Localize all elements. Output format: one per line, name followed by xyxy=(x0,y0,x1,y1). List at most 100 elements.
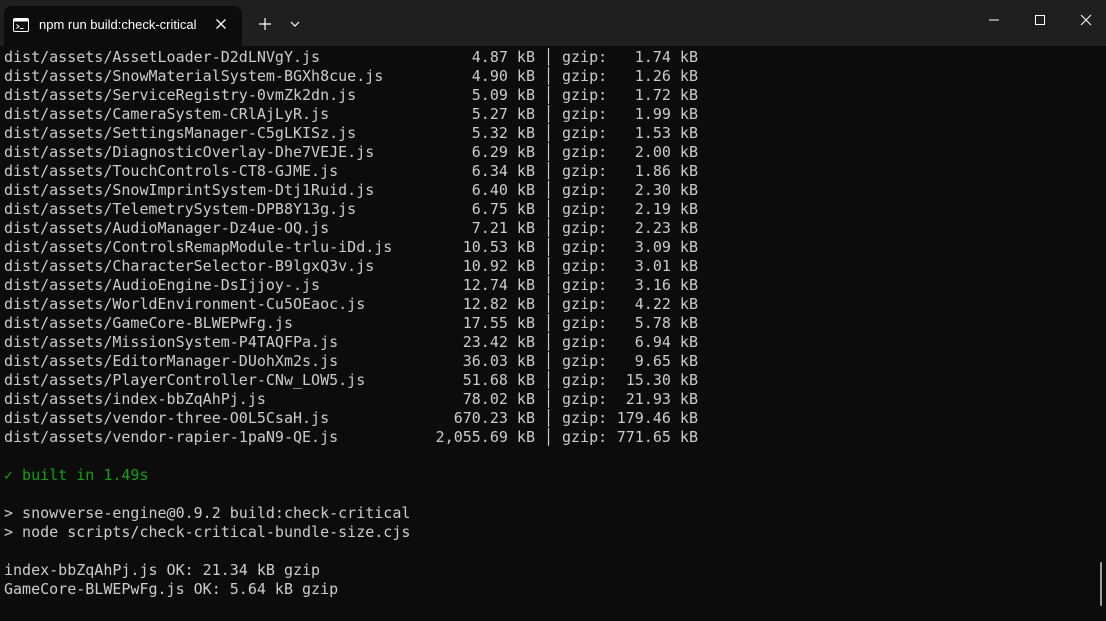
file-path: dist/assets/TelemetrySystem-DPB8Y13g.js xyxy=(4,200,357,218)
gzip-label: gzip: xyxy=(562,67,608,85)
file-path: dist/assets/ServiceRegistry-0vmZk2dn.js xyxy=(4,86,357,104)
column-separator: │ xyxy=(544,390,554,408)
close-tab-icon[interactable] xyxy=(213,16,229,32)
gzip-size: 9.65 kB xyxy=(634,352,698,370)
column-separator: │ xyxy=(544,295,554,313)
gzip-label: gzip: xyxy=(562,200,608,218)
column-separator: │ xyxy=(544,143,554,161)
file-path: dist/assets/DiagnosticOverlay-Dhe7VEJE.j… xyxy=(4,143,375,161)
file-path: dist/assets/AudioEngine-DsIjjoy-.js xyxy=(4,276,321,294)
plus-icon[interactable] xyxy=(254,13,276,35)
build-row: dist/assets/vendor-rapier-1paN9-QE.js 2,… xyxy=(4,428,698,447)
file-path: dist/assets/vendor-three-O0L5CsaH.js xyxy=(4,409,330,427)
file-size: 2,055.69 kB xyxy=(435,428,535,446)
gzip-size: 2.30 kB xyxy=(634,181,698,199)
file-path: dist/assets/TouchControls-CT8-GJME.js xyxy=(4,162,339,180)
column-separator: │ xyxy=(544,162,554,180)
column-separator: │ xyxy=(544,67,554,85)
file-size: 36.03 kB xyxy=(462,352,535,370)
file-size: 78.02 kB xyxy=(462,390,535,408)
file-path: dist/assets/SettingsManager-C5gLKISz.js xyxy=(4,124,357,142)
file-size: 23.42 kB xyxy=(462,333,535,351)
build-row: dist/assets/AudioEngine-DsIjjoy-.js 12.7… xyxy=(4,276,698,295)
gzip-label: gzip: xyxy=(562,48,608,66)
scrollbar-thumb[interactable] xyxy=(1100,562,1102,606)
column-separator: │ xyxy=(544,48,554,66)
file-path: dist/assets/CharacterSelector-B9lgxQ3v.j… xyxy=(4,257,375,275)
column-separator: │ xyxy=(544,219,554,237)
minimize-button[interactable] xyxy=(971,0,1017,40)
gzip-label: gzip: xyxy=(562,295,608,313)
close-window-button[interactable] xyxy=(1063,0,1106,40)
column-separator: │ xyxy=(544,86,554,104)
terminal-tab[interactable]: npm run build:check-critical xyxy=(4,6,242,46)
gzip-label: gzip: xyxy=(562,390,608,408)
minimize-icon xyxy=(989,19,999,21)
gzip-size: 1.72 kB xyxy=(634,86,698,104)
build-row: dist/assets/AudioManager-Dz4ue-OQ.js 7.2… xyxy=(4,219,698,238)
maximize-button[interactable] xyxy=(1017,0,1063,40)
chevron-down-icon[interactable] xyxy=(286,15,304,33)
file-size: 10.92 kB xyxy=(462,257,535,275)
column-separator: │ xyxy=(544,371,554,389)
gzip-size: 6.94 kB xyxy=(634,333,698,351)
build-row: dist/assets/MissionSystem-P4TAQFPa.js 23… xyxy=(4,333,698,352)
terminal-icon xyxy=(13,17,29,32)
file-size: 12.82 kB xyxy=(462,295,535,313)
file-size: 4.90 kB xyxy=(471,67,535,85)
column-separator: │ xyxy=(544,257,554,275)
file-path: dist/assets/vendor-rapier-1paN9-QE.js xyxy=(4,428,339,446)
file-path: dist/assets/EditorManager-DUohXm2s.js xyxy=(4,352,339,370)
file-path: dist/assets/SnowImprintSystem-Dtj1Ruid.j… xyxy=(4,181,375,199)
gzip-size: 3.09 kB xyxy=(634,238,698,256)
gzip-label: gzip: xyxy=(562,333,608,351)
column-separator: │ xyxy=(544,428,554,446)
bundle-check-line: index-bbZqAhPj.js OK: 21.34 kB gzip xyxy=(4,561,321,579)
gzip-label: gzip: xyxy=(562,86,608,104)
gzip-label: gzip: xyxy=(562,219,608,237)
column-separator: │ xyxy=(544,314,554,332)
gzip-label: gzip: xyxy=(562,428,608,446)
bundle-check-line: GameCore-BLWEPwFg.js OK: 5.64 kB gzip xyxy=(4,580,339,598)
gzip-size: 2.00 kB xyxy=(634,143,698,161)
file-size: 4.87 kB xyxy=(471,48,535,66)
file-path: dist/assets/MissionSystem-P4TAQFPa.js xyxy=(4,333,339,351)
gzip-size: 1.86 kB xyxy=(634,162,698,180)
gzip-size: 5.78 kB xyxy=(634,314,698,332)
file-size: 7.21 kB xyxy=(471,219,535,237)
gzip-label: gzip: xyxy=(562,257,608,275)
gzip-size: 15.30 kB xyxy=(625,371,698,389)
build-row: dist/assets/index-bbZqAhPj.js 78.02 kB │… xyxy=(4,390,698,409)
file-path: dist/assets/GameCore-BLWEPwFg.js xyxy=(4,314,293,332)
gzip-label: gzip: xyxy=(562,314,608,332)
column-separator: │ xyxy=(544,352,554,370)
file-path: dist/assets/PlayerController-CNw_LOW5.js xyxy=(4,371,366,389)
gzip-label: gzip: xyxy=(562,143,608,161)
maximize-icon xyxy=(1035,15,1045,25)
column-separator: │ xyxy=(544,200,554,218)
gzip-size: 2.23 kB xyxy=(634,219,698,237)
build-row: dist/assets/PlayerController-CNw_LOW5.js… xyxy=(4,371,698,390)
build-row: dist/assets/ServiceRegistry-0vmZk2dn.js … xyxy=(4,86,698,105)
terminal-output[interactable]: dist/assets/AssetLoader-D2dLNVgY.js 4.87… xyxy=(0,48,1100,621)
gzip-size: 771.65 kB xyxy=(616,428,698,446)
gzip-label: gzip: xyxy=(562,276,608,294)
build-row: dist/assets/ControlsRemapModule-trlu-iDd… xyxy=(4,238,698,257)
file-path: dist/assets/AudioManager-Dz4ue-OQ.js xyxy=(4,219,330,237)
file-size: 6.75 kB xyxy=(471,200,535,218)
gzip-size: 3.01 kB xyxy=(634,257,698,275)
gzip-label: gzip: xyxy=(562,371,608,389)
build-row: dist/assets/GameCore-BLWEPwFg.js 17.55 k… xyxy=(4,314,698,333)
gzip-size: 1.53 kB xyxy=(634,124,698,142)
build-row: dist/assets/SnowImprintSystem-Dtj1Ruid.j… xyxy=(4,181,698,200)
build-row: dist/assets/CharacterSelector-B9lgxQ3v.j… xyxy=(4,257,698,276)
gzip-label: gzip: xyxy=(562,181,608,199)
file-size: 5.09 kB xyxy=(471,86,535,104)
build-row: dist/assets/EditorManager-DUohXm2s.js 36… xyxy=(4,352,698,371)
build-row: dist/assets/TelemetrySystem-DPB8Y13g.js … xyxy=(4,200,698,219)
gzip-size: 179.46 kB xyxy=(616,409,698,427)
build-success-line: ✓ built in 1.49s xyxy=(4,466,149,484)
column-separator: │ xyxy=(544,181,554,199)
gzip-size: 3.16 kB xyxy=(634,276,698,294)
npm-script-line: > snowverse-engine@0.9.2 build:check-cri… xyxy=(4,504,411,522)
